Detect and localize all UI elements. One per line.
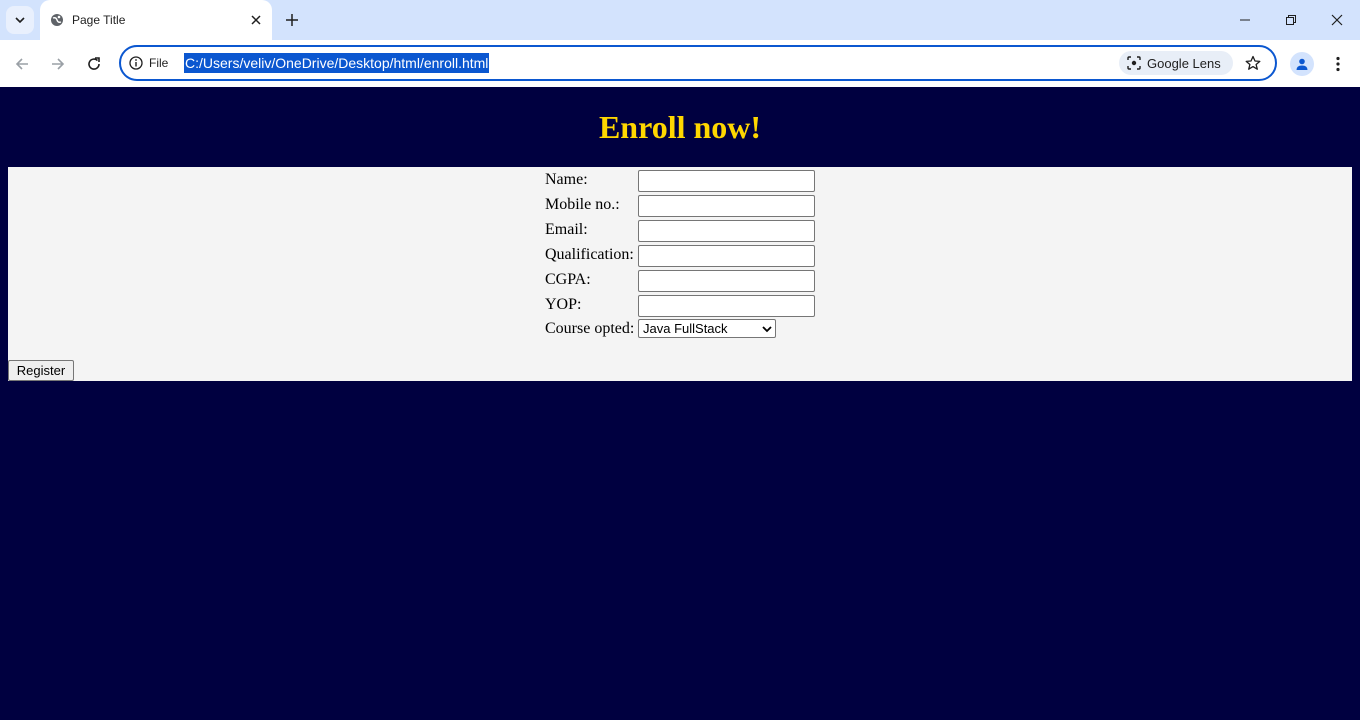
address-bar[interactable]: File C:/Users/veliv/OneDrive/Desktop/htm… — [119, 45, 1277, 81]
profile-button[interactable] — [1290, 52, 1314, 76]
minimize-button[interactable] — [1222, 4, 1268, 36]
plus-icon — [286, 14, 298, 26]
mobile-input[interactable] — [638, 195, 815, 217]
close-icon — [1331, 14, 1343, 26]
lens-icon — [1127, 56, 1141, 70]
window-close-button[interactable] — [1314, 4, 1360, 36]
arrow-right-icon — [52, 58, 65, 70]
tab-close-button[interactable] — [246, 10, 266, 30]
arrow-left-icon — [15, 58, 28, 70]
info-icon — [129, 56, 143, 70]
site-info-label: File — [149, 56, 169, 70]
globe-icon — [51, 14, 63, 26]
register-button[interactable]: Register — [8, 360, 74, 381]
name-input[interactable] — [638, 170, 815, 192]
google-lens-button[interactable]: Google Lens — [1119, 51, 1233, 75]
url-text[interactable]: C:/Users/veliv/OneDrive/Desktop/html/enr… — [184, 53, 490, 73]
google-lens-label: Google Lens — [1147, 55, 1221, 71]
browser-menu-button[interactable] — [1326, 52, 1350, 76]
new-tab-button[interactable] — [280, 8, 304, 32]
more-vert-icon — [1336, 56, 1340, 72]
tab-strip: Page Title — [0, 0, 1360, 40]
reload-icon — [88, 57, 100, 70]
mobile-label: Mobile no.: — [545, 196, 620, 213]
active-tab[interactable]: Page Title — [40, 0, 272, 40]
yop-input[interactable] — [638, 295, 815, 317]
back-button[interactable] — [8, 50, 36, 78]
chevron-down-icon — [762, 326, 772, 333]
course-label: Course opted: — [545, 320, 635, 337]
cgpa-input[interactable] — [638, 270, 815, 292]
minimize-icon — [1240, 19, 1250, 21]
tab-search-button[interactable] — [6, 6, 34, 34]
page-viewport: Enroll now! Name: Mobile no.: Email: Qua… — [0, 87, 1360, 720]
chevron-down-icon — [15, 17, 25, 24]
name-label: Name: — [545, 171, 588, 188]
qualification-label: Qualification: — [545, 246, 634, 263]
yop-label: YOP: — [545, 296, 582, 313]
bookmark-button[interactable] — [1241, 51, 1265, 75]
reload-button[interactable] — [80, 50, 108, 78]
email-label: Email: — [545, 221, 588, 238]
email-input[interactable] — [638, 220, 815, 242]
forward-button[interactable] — [44, 50, 72, 78]
site-info-button[interactable]: File — [129, 53, 168, 73]
qualification-input[interactable] — [638, 245, 815, 267]
browser-toolbar: File C:/Users/veliv/OneDrive/Desktop/htm… — [0, 40, 1360, 87]
course-select[interactable]: Java FullStack — [638, 319, 776, 338]
course-selected-value: Java FullStack — [643, 321, 728, 336]
tab-title: Page Title — [72, 13, 126, 27]
restore-icon — [1286, 15, 1296, 25]
close-icon — [251, 15, 261, 25]
restore-button[interactable] — [1268, 4, 1314, 36]
enroll-form: Name: Mobile no.: Email: Qualification: … — [8, 167, 1352, 381]
star-icon — [1245, 55, 1261, 70]
person-icon — [1296, 58, 1308, 70]
page-heading: Enroll now! — [598, 109, 762, 145]
cgpa-label: CGPA: — [545, 271, 591, 288]
